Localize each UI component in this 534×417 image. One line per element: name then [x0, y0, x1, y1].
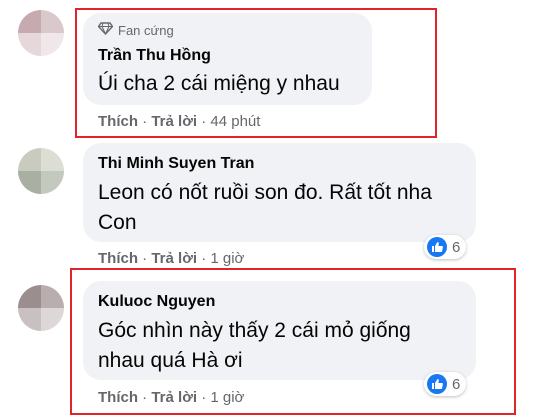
avatar[interactable]: [18, 10, 64, 56]
reaction-number: 6: [452, 238, 461, 256]
avatar[interactable]: [18, 148, 64, 194]
thumbs-up-icon: [427, 237, 447, 257]
avatar[interactable]: [18, 285, 64, 331]
highlight-box: [75, 8, 437, 138]
like-link[interactable]: Thích: [98, 250, 138, 267]
highlight-box: [70, 268, 516, 415]
comment-text: Leon có nốt ruồi son đo. Rất tốt nha Con: [98, 181, 432, 234]
reaction-count[interactable]: 6: [424, 235, 467, 259]
reply-link[interactable]: Trả lời: [151, 250, 197, 267]
comment-actions: Thích · Trả lời · 1 giờ: [98, 250, 245, 267]
comment-author[interactable]: Thi Minh Suyen Tran: [98, 155, 254, 173]
comment-bubble: Thi Minh Suyen Tran Leon có nốt ruồi son…: [83, 143, 476, 242]
timestamp[interactable]: 1 giờ: [210, 250, 244, 267]
